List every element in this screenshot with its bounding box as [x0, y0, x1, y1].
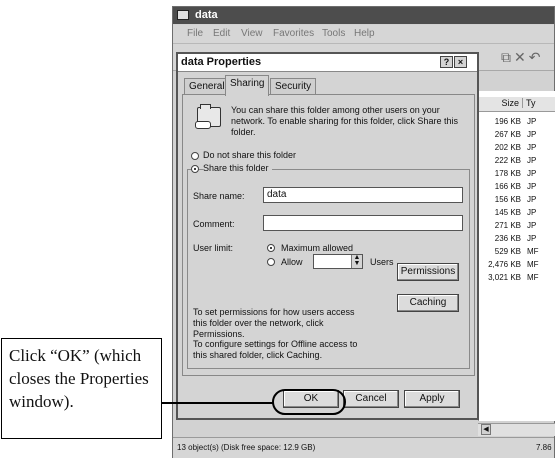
comment-label: Comment: — [193, 219, 235, 229]
file-type: MF — [527, 247, 539, 256]
radio-share-folder[interactable] — [191, 165, 199, 173]
file-type: JP — [527, 143, 537, 152]
share-name-field[interactable]: data — [263, 187, 463, 203]
column-type[interactable]: Ty — [526, 98, 536, 108]
file-size: 156 KB — [494, 195, 521, 204]
menu-favorites[interactable]: Favorites — [273, 28, 314, 39]
comment-field[interactable] — [263, 215, 463, 231]
menu-edit[interactable]: Edit — [213, 28, 230, 39]
radio-do-not-share[interactable] — [191, 152, 199, 160]
radio-do-not-share-label[interactable]: Do not share this folder — [203, 150, 296, 160]
help-button[interactable]: ? — [440, 56, 453, 68]
apply-button[interactable]: Apply — [404, 390, 460, 408]
file-type: JP — [527, 130, 537, 139]
horizontal-scrollbar[interactable]: ◀ — [478, 423, 555, 436]
file-size: 166 KB — [494, 182, 521, 191]
file-size: 2,476 KB — [488, 260, 521, 269]
file-size: 196 KB — [494, 117, 521, 126]
caching-text: To configure settings for Offline access… — [193, 339, 358, 360]
list-item[interactable]: 222 KB JP — [479, 156, 555, 169]
menu-help[interactable]: Help — [354, 28, 375, 39]
copy-to-icon[interactable]: ⧉ — [501, 49, 514, 65]
callout-leader-line — [162, 402, 274, 404]
sharing-info-text: You can share this folder among other us… — [231, 105, 458, 137]
file-type: JP — [527, 195, 537, 204]
close-button[interactable]: × — [454, 56, 467, 68]
tab-general[interactable]: General — [184, 78, 230, 95]
scroll-left-icon[interactable]: ◀ — [481, 424, 491, 435]
radio-share-folder-label[interactable]: Share this folder — [203, 163, 272, 173]
file-size: 236 KB — [494, 234, 521, 243]
cancel-button[interactable]: Cancel — [343, 390, 399, 408]
list-item[interactable]: 271 KB JP — [479, 221, 555, 234]
column-size[interactable]: Size — [483, 98, 523, 108]
status-size: 7.86 — [536, 443, 552, 452]
radio-allow-label[interactable]: Allow — [281, 257, 303, 267]
list-item[interactable]: 2,476 KB MF — [479, 260, 555, 273]
file-size: 529 KB — [494, 247, 521, 256]
status-text: 13 object(s) (Disk free space: 12.9 GB) — [177, 443, 316, 452]
share-name-label: Share name: — [193, 191, 245, 201]
list-item[interactable]: 196 KB JP — [479, 117, 555, 130]
menu-tools[interactable]: Tools — [322, 28, 345, 39]
toolbar-icons[interactable]: ⧉✕↶ — [501, 49, 543, 66]
folder-window-icon — [177, 10, 189, 20]
tab-sharing[interactable]: Sharing — [225, 75, 270, 96]
file-type: JP — [527, 182, 537, 191]
file-size: 271 KB — [494, 221, 521, 230]
delete-icon[interactable]: ✕ — [514, 49, 529, 65]
menu-view[interactable]: View — [241, 28, 263, 39]
callout-text: Click “OK” (which closes the Properties … — [9, 346, 149, 411]
permissions-text: To set permissions for how users access … — [193, 307, 355, 339]
file-size: 3,021 KB — [488, 273, 521, 282]
file-size: 202 KB — [494, 143, 521, 152]
file-type: JP — [527, 169, 537, 178]
file-size: 267 KB — [494, 130, 521, 139]
sharing-panel: You can share this folder among other us… — [182, 94, 475, 376]
list-item[interactable]: 236 KB JP — [479, 234, 555, 247]
status-bar: 13 object(s) (Disk free space: 12.9 GB) … — [173, 437, 554, 458]
radio-allow[interactable] — [267, 258, 275, 266]
list-item[interactable]: 156 KB JP — [479, 195, 555, 208]
file-type: JP — [527, 117, 537, 126]
users-label: Users — [370, 257, 394, 267]
caching-button[interactable]: Caching — [397, 294, 459, 312]
user-count-stepper[interactable]: ▲ ▼ — [313, 254, 363, 269]
file-type: JP — [527, 208, 537, 217]
ok-highlight-ring — [272, 389, 346, 415]
file-size: 145 KB — [494, 208, 521, 217]
menu-bar: File Edit View Favorites Tools Help — [173, 25, 554, 44]
list-item[interactable]: 178 KB JP — [479, 169, 555, 182]
menu-file[interactable]: File — [187, 28, 203, 39]
file-type: MF — [527, 260, 539, 269]
user-limit-label: User limit: — [193, 243, 233, 253]
list-item[interactable]: 529 KB MF — [479, 247, 555, 260]
list-item[interactable]: 166 KB JP — [479, 182, 555, 195]
file-type: MF — [527, 273, 539, 282]
file-type: JP — [527, 234, 537, 243]
list-item[interactable]: 145 KB JP — [479, 208, 555, 221]
file-size: 222 KB — [494, 156, 521, 165]
file-type: JP — [527, 156, 537, 165]
file-type: JP — [527, 221, 537, 230]
undo-icon[interactable]: ↶ — [529, 49, 544, 65]
list-item[interactable]: 3,021 KB MF — [479, 273, 555, 286]
explorer-titlebar[interactable]: data — [173, 7, 554, 24]
file-size: 178 KB — [494, 169, 521, 178]
tab-security[interactable]: Security — [270, 78, 317, 95]
callout-box: Click “OK” (which closes the Properties … — [1, 338, 162, 439]
list-item[interactable]: 202 KB JP — [479, 143, 555, 156]
permissions-button[interactable]: Permissions — [397, 263, 459, 281]
dialog-titlebar[interactable]: data Properties ? × — [178, 54, 477, 72]
sharing-hand-icon — [195, 121, 211, 129]
explorer-title: data — [195, 9, 218, 21]
radio-maximum-allowed[interactable] — [267, 244, 275, 252]
spin-arrows-icon[interactable]: ▲ ▼ — [351, 254, 362, 268]
properties-dialog: data Properties ? × General Sharing Secu… — [176, 52, 479, 420]
dialog-title: data Properties — [181, 56, 262, 68]
file-list: Size Ty 196 KB JP 267 KB JP 202 KB JP 222 K… — [478, 91, 555, 421]
list-header: Size Ty — [479, 97, 555, 112]
radio-maximum-allowed-label[interactable]: Maximum allowed — [281, 243, 353, 253]
list-item[interactable]: 267 KB JP — [479, 130, 555, 143]
